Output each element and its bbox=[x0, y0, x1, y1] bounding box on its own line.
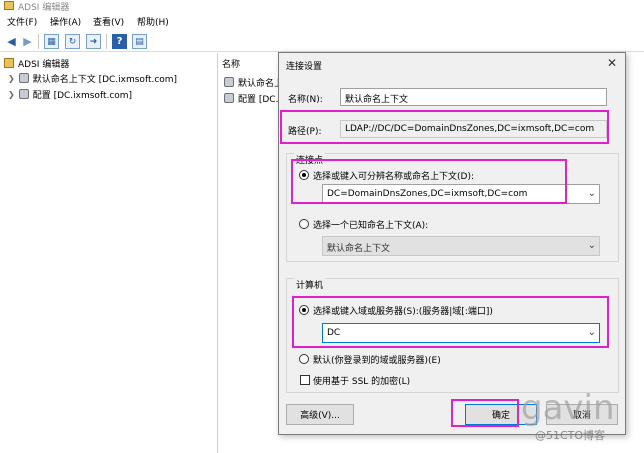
chevron-down-icon[interactable]: ⌄ bbox=[588, 188, 596, 199]
help-icon[interactable]: ? bbox=[112, 34, 127, 49]
naming-context-icon bbox=[224, 93, 234, 103]
dn-combo[interactable]: DC=DomainDnsZones,DC=ixmsoft,DC=com ⌄ bbox=[322, 184, 600, 204]
menu-help[interactable]: 帮助(H) bbox=[137, 15, 169, 28]
known-context-radio[interactable] bbox=[299, 219, 309, 229]
export-list-icon[interactable]: ➜ bbox=[86, 34, 101, 49]
menu-bar: 文件(F) 操作(A) 查看(V) 帮助(H) bbox=[0, 13, 644, 30]
default-server-radio[interactable] bbox=[299, 354, 309, 364]
tree-item-configuration[interactable]: ❯ 配置 [DC.ixmsoft.com] bbox=[8, 87, 132, 101]
server-option-label[interactable]: 选择或键入域或服务器(S):(服务器|域[:端口]) bbox=[313, 304, 493, 317]
dn-option-label[interactable]: 选择或键入可分辨名称或命名上下文(D): bbox=[313, 169, 474, 182]
tree-pane: ADSI 编辑器 ❯ 默认命名上下文 [DC.ixmsoft.com] ❯ 配置… bbox=[0, 53, 218, 453]
watermark-logo: gavin bbox=[521, 388, 615, 428]
connection-point-title: 连接点 bbox=[294, 153, 326, 166]
toolbar-separator bbox=[38, 34, 39, 49]
name-field[interactable]: 默认命名上下文 bbox=[340, 88, 607, 106]
server-combo[interactable]: DC ⌄ bbox=[322, 323, 600, 343]
tree-item-default-naming-context[interactable]: ❯ 默认命名上下文 [DC.ixmsoft.com] bbox=[8, 71, 177, 85]
path-field[interactable]: LDAP://DC/DC=DomainDnsZones,DC=ixmsoft,D… bbox=[340, 120, 607, 138]
menu-file[interactable]: 文件(F) bbox=[7, 15, 37, 28]
toolbar: ◀ ▶ ▦ ↻ ➜ ? ▤ bbox=[0, 31, 644, 52]
close-icon[interactable]: ✕ bbox=[607, 56, 617, 70]
naming-context-icon bbox=[18, 73, 29, 83]
naming-context-icon bbox=[18, 89, 29, 99]
default-server-option-label[interactable]: 默认(你登录到的域或服务器)(E) bbox=[313, 353, 441, 366]
list-item-label: 默认命名上 bbox=[238, 78, 284, 89]
menu-view[interactable]: 查看(V) bbox=[93, 15, 124, 28]
dn-combo-value: DC=DomainDnsZones,DC=ixmsoft,DC=com bbox=[327, 189, 528, 199]
tree-item-label: 默认命名上下文 [DC.ixmsoft.com] bbox=[32, 74, 178, 85]
window-title-bar: ADSI 编辑器 bbox=[0, 0, 644, 13]
forward-arrow-icon[interactable]: ▶ bbox=[20, 34, 35, 49]
dialog-title: 连接设置 bbox=[286, 62, 323, 72]
refresh-icon[interactable]: ↻ bbox=[65, 34, 80, 49]
list-item[interactable]: 默认命名上 bbox=[224, 75, 283, 89]
tree-item-label: 配置 [DC.ixmsoft.com] bbox=[32, 90, 133, 101]
server-radio[interactable] bbox=[299, 305, 309, 315]
connection-settings-dialog: 连接设置 ✕ 名称(N): 默认命名上下文 路径(P): LDAP://DC/D… bbox=[278, 52, 626, 435]
expand-chevron-icon[interactable]: ❯ bbox=[8, 74, 15, 83]
name-column-header[interactable]: 名称 bbox=[222, 57, 240, 70]
chevron-down-icon[interactable]: ⌄ bbox=[588, 240, 596, 251]
computer-title: 计算机 bbox=[294, 278, 326, 291]
path-label: 路径(P): bbox=[288, 127, 322, 137]
back-arrow-icon[interactable]: ◀ bbox=[4, 34, 19, 49]
toolbar-separator bbox=[106, 34, 107, 49]
adsi-app-icon bbox=[4, 1, 14, 10]
tree-root-label: ADSI 编辑器 bbox=[18, 59, 70, 70]
ssl-label[interactable]: 使用基于 SSL 的加密(L) bbox=[313, 374, 410, 387]
known-context-combo-value: 默认命名上下文 bbox=[327, 244, 391, 254]
expand-chevron-icon[interactable]: ❯ bbox=[8, 90, 15, 99]
ssl-checkbox[interactable] bbox=[300, 375, 310, 385]
known-context-combo[interactable]: 默认命名上下文 ⌄ bbox=[322, 236, 600, 256]
list-item[interactable]: 配置 [DC.ix bbox=[224, 91, 286, 105]
window-title: ADSI 编辑器 bbox=[18, 3, 70, 13]
chevron-down-icon[interactable]: ⌄ bbox=[588, 327, 596, 338]
name-label: 名称(N): bbox=[288, 95, 323, 105]
menu-action[interactable]: 操作(A) bbox=[50, 15, 81, 28]
naming-context-icon bbox=[224, 77, 234, 87]
console-tree-icon[interactable]: ▤ bbox=[132, 34, 147, 49]
watermark-source: @51CTO博客 bbox=[535, 429, 606, 442]
known-context-option-label[interactable]: 选择一个已知命名上下文(A): bbox=[313, 218, 428, 231]
dn-radio[interactable] bbox=[299, 170, 309, 180]
tree-root[interactable]: ADSI 编辑器 bbox=[4, 56, 69, 70]
advanced-button[interactable]: 高级(V)... bbox=[286, 404, 354, 425]
show-hide-tree-icon[interactable]: ▦ bbox=[44, 34, 59, 49]
adsi-root-icon bbox=[4, 58, 14, 68]
server-combo-value: DC bbox=[327, 328, 341, 338]
